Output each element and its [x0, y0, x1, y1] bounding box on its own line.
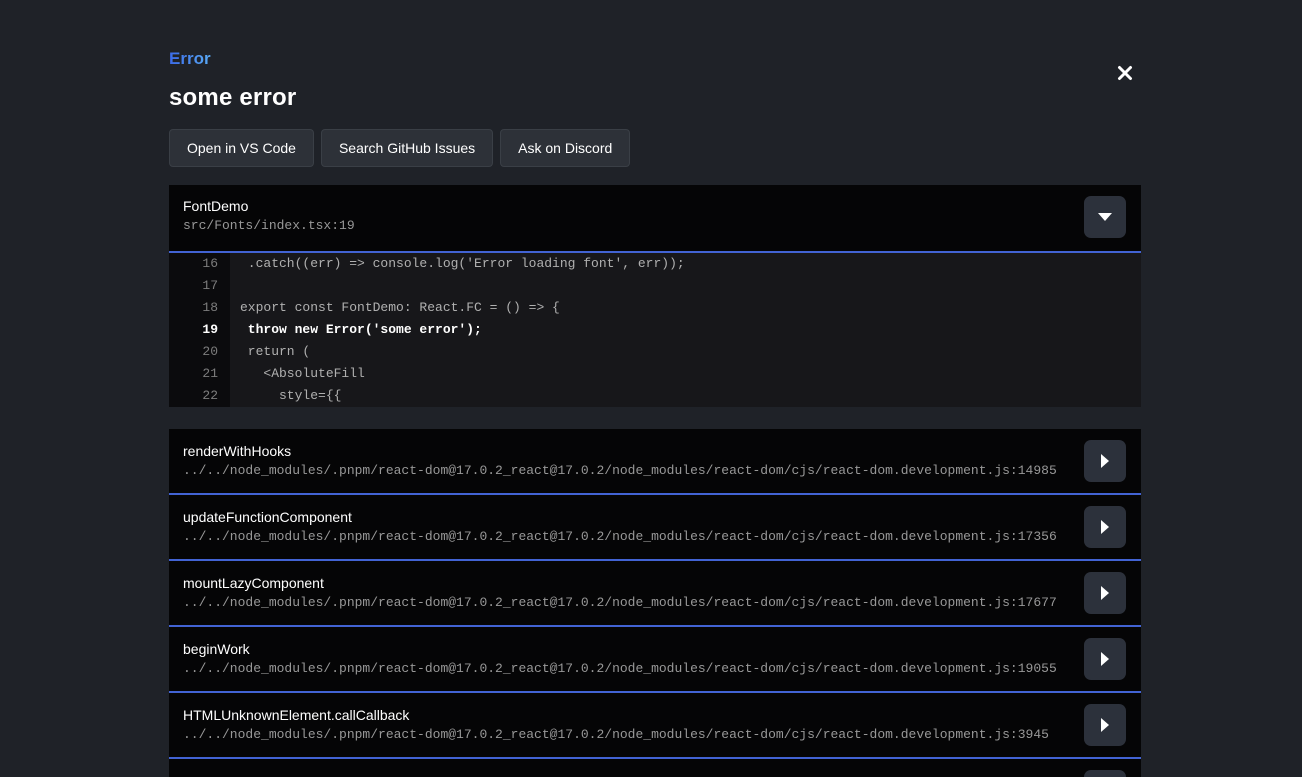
triangle-right-icon: [1101, 718, 1109, 732]
search-github-issues-button[interactable]: Search GitHub Issues: [321, 129, 493, 167]
error-type-label: Error: [169, 49, 211, 69]
stack-frame-path: ../../node_modules/.pnpm/react-dom@17.0.…: [183, 529, 1141, 544]
main-frame-header: FontDemo src/Fonts/index.tsx:19: [169, 185, 1141, 251]
line-number: 19: [169, 319, 230, 341]
code-text: export const FontDemo: React.FC = () => …: [230, 297, 1141, 319]
expand-frame-button[interactable]: [1084, 440, 1126, 482]
triangle-right-icon: [1101, 586, 1109, 600]
stack-frame-path: ../../node_modules/.pnpm/react-dom@17.0.…: [183, 595, 1141, 610]
stack-frame-path: ../../node_modules/.pnpm/react-dom@17.0.…: [183, 463, 1141, 478]
code-frame: 16 .catch((err) => console.log('Error lo…: [169, 251, 1141, 407]
frame-function-name: FontDemo: [183, 198, 1141, 214]
line-number: 18: [169, 297, 230, 319]
main-stack-frame-card: FontDemo src/Fonts/index.tsx:19 16 .catc…: [169, 185, 1141, 407]
stack-frame-path: ../../node_modules/.pnpm/react-dom@17.0.…: [183, 661, 1141, 676]
error-message: some error: [169, 84, 1141, 112]
code-text: throw new Error('some error');: [230, 319, 1141, 341]
action-button-row: Open in VS Code Search GitHub Issues Ask…: [169, 129, 1141, 167]
stack-frame-row: beginWork ../../node_modules/.pnpm/react…: [169, 627, 1141, 693]
expand-frame-button[interactable]: [1084, 572, 1126, 614]
expand-frame-button[interactable]: [1084, 704, 1126, 746]
stack-frame-path: ../../node_modules/.pnpm/react-dom@17.0.…: [183, 727, 1141, 742]
stack-frame-row: updateFunctionComponent ../../node_modul…: [169, 495, 1141, 561]
triangle-right-icon: [1101, 520, 1109, 534]
triangle-down-icon: [1098, 213, 1112, 221]
line-number: 17: [169, 275, 230, 297]
stack-frame-row: HTMLUnknownElement.callCallback ../../no…: [169, 693, 1141, 759]
stack-frame-name: HTMLUnknownElement.callCallback: [183, 707, 1141, 723]
error-overlay-content: Error some error Open in VS Code Search …: [169, 0, 1141, 777]
frame-source-location: src/Fonts/index.tsx:19: [183, 218, 1141, 233]
code-text: style={{: [230, 385, 1141, 407]
code-line: 22 style={{: [169, 385, 1141, 407]
stack-frame-name: renderWithHooks: [183, 443, 1141, 459]
triangle-right-icon: [1101, 652, 1109, 666]
line-number: 21: [169, 363, 230, 385]
open-in-vs-code-button[interactable]: Open in VS Code: [169, 129, 314, 167]
collapse-frame-button[interactable]: [1084, 196, 1126, 238]
error-overlay: { "overlay": { "error_type": "Error", "e…: [0, 0, 1302, 776]
line-number: 22: [169, 385, 230, 407]
expand-frame-button[interactable]: [1084, 638, 1126, 680]
code-text: .catch((err) => console.log('Error loadi…: [230, 253, 1141, 275]
line-number: 20: [169, 341, 230, 363]
triangle-right-icon: [1101, 454, 1109, 468]
stack-frame-row-partial: [169, 759, 1141, 777]
stack-frame-row: mountLazyComponent ../../node_modules/.p…: [169, 561, 1141, 627]
code-line: 18 export const FontDemo: React.FC = () …: [169, 297, 1141, 319]
code-text: return (: [230, 341, 1141, 363]
ask-on-discord-button[interactable]: Ask on Discord: [500, 129, 630, 167]
stack-frame-name: mountLazyComponent: [183, 575, 1141, 591]
code-text: <AbsoluteFill: [230, 363, 1141, 385]
code-line: 16 .catch((err) => console.log('Error lo…: [169, 253, 1141, 275]
stack-frame-name: beginWork: [183, 641, 1141, 657]
stack-frame-name: updateFunctionComponent: [183, 509, 1141, 525]
expand-frame-button[interactable]: [1084, 506, 1126, 548]
code-line: 20 return (: [169, 341, 1141, 363]
code-line: 21 <AbsoluteFill: [169, 363, 1141, 385]
stack-frame-list: renderWithHooks ../../node_modules/.pnpm…: [169, 429, 1141, 759]
code-text: [230, 275, 1141, 297]
stack-frame-row: renderWithHooks ../../node_modules/.pnpm…: [169, 429, 1141, 495]
code-line: 19 throw new Error('some error');: [169, 319, 1141, 341]
code-line: 17: [169, 275, 1141, 297]
line-number: 16: [169, 253, 230, 275]
